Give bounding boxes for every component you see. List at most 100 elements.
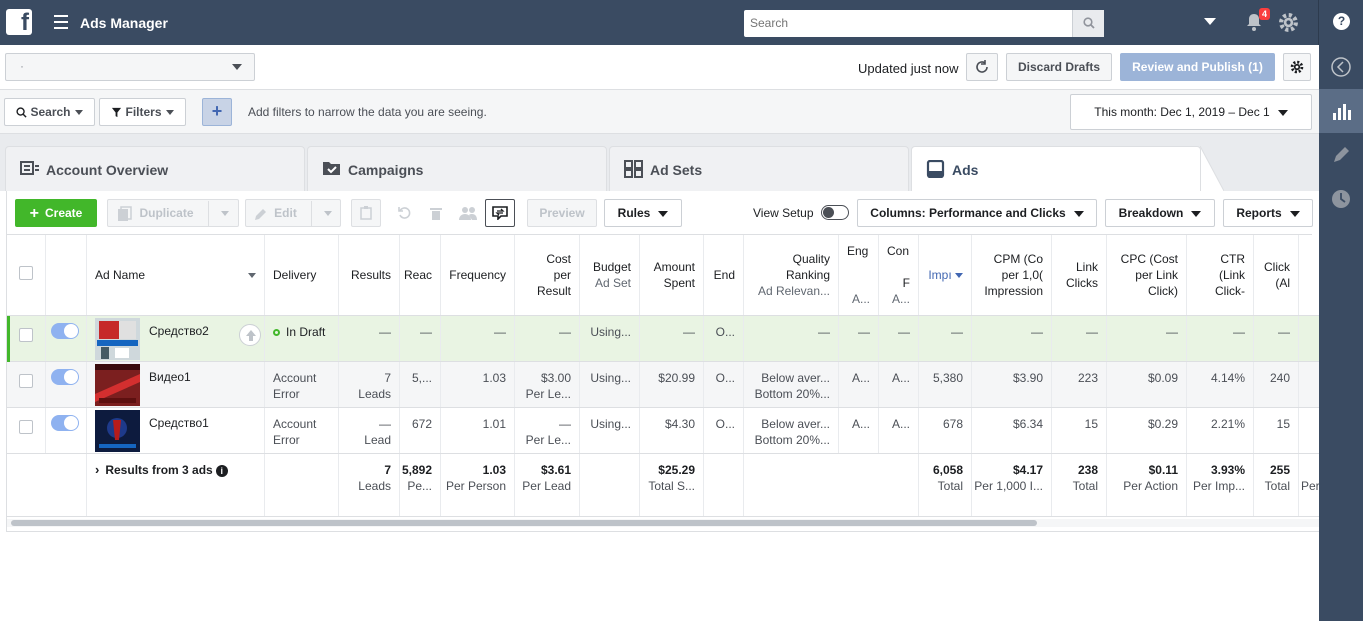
table-row[interactable]: Видео1 Account Error 7 Leads 5,... 1.03 $3… bbox=[7, 362, 1319, 408]
edit-button[interactable]: Edit bbox=[245, 199, 341, 227]
discard-drafts-button[interactable]: Discard Drafts bbox=[1006, 53, 1112, 81]
col-link-clicks[interactable]: Link Clicks bbox=[1052, 235, 1107, 315]
ad-name[interactable]: Средство2 bbox=[149, 324, 209, 338]
col-frequency[interactable]: Frequency bbox=[441, 235, 515, 315]
ad-toggle[interactable] bbox=[51, 415, 79, 431]
preview-button[interactable]: Preview bbox=[527, 199, 597, 227]
duplicate-icon bbox=[118, 206, 133, 221]
chevron-down-icon bbox=[1191, 210, 1202, 217]
row-checkbox[interactable] bbox=[19, 328, 33, 342]
account-selector[interactable]: · bbox=[5, 53, 255, 81]
right-rail bbox=[1319, 45, 1363, 621]
audience-button[interactable] bbox=[453, 199, 483, 227]
col-conversion-ranking[interactable]: Con F A... bbox=[879, 235, 919, 315]
view-setup-toggle[interactable] bbox=[821, 205, 849, 220]
tab-campaigns[interactable]: Campaigns bbox=[307, 146, 607, 191]
breakdown-button[interactable]: Breakdown bbox=[1105, 199, 1215, 227]
search-icon bbox=[1083, 17, 1095, 29]
tab-account-overview[interactable]: Account Overview bbox=[5, 146, 305, 191]
create-button[interactable]: + Create bbox=[15, 199, 97, 227]
delete-button[interactable] bbox=[421, 199, 451, 227]
results-summary[interactable]: › Results from 3 ads i bbox=[95, 462, 228, 478]
tab-ad-sets[interactable]: Ad Sets bbox=[609, 146, 909, 191]
duplicate-button[interactable]: Duplicate bbox=[107, 199, 239, 227]
col-ad-name[interactable]: Ad Name bbox=[87, 235, 265, 315]
delivery-status: In Draft bbox=[286, 325, 326, 339]
edit-panel-button[interactable] bbox=[1319, 133, 1363, 177]
rules-button[interactable]: Rules bbox=[604, 199, 682, 227]
preview-mode-button[interactable] bbox=[485, 199, 515, 227]
col-delivery[interactable]: Delivery bbox=[265, 235, 339, 315]
horizontal-scrollbar[interactable] bbox=[11, 520, 1037, 526]
folder-check-icon bbox=[323, 162, 340, 175]
global-search-input[interactable] bbox=[750, 16, 1070, 30]
trash-icon bbox=[430, 208, 442, 220]
ad-thumbnail[interactable] bbox=[95, 410, 140, 452]
gear-icon[interactable] bbox=[1278, 12, 1299, 33]
refresh-button[interactable] bbox=[966, 53, 998, 81]
search-icon bbox=[16, 107, 28, 118]
search-filter-button[interactable]: Search bbox=[4, 98, 95, 126]
ad-name[interactable]: Средство1 bbox=[149, 416, 209, 430]
col-cpm[interactable]: CPM (Co per 1,0(Impression bbox=[972, 235, 1052, 315]
ad-toggle[interactable] bbox=[51, 323, 79, 339]
ad-toggle[interactable] bbox=[51, 369, 79, 385]
ad-name[interactable]: Видео1 bbox=[149, 370, 191, 384]
col-reach[interactable]: Reac bbox=[400, 235, 441, 315]
table-row[interactable]: Средство2 In Draft — — — — Using... — O.… bbox=[7, 316, 1319, 362]
col-impressions[interactable]: Impı bbox=[919, 235, 972, 315]
table-row[interactable]: Средство1 Account Error — Lead 672 1.01 — P… bbox=[7, 408, 1319, 454]
ad-thumbnail[interactable] bbox=[95, 318, 140, 360]
performance-chart-button[interactable] bbox=[1319, 89, 1363, 133]
col-cost-per-result[interactable]: Cost per Result bbox=[515, 235, 580, 315]
select-all-checkbox[interactable] bbox=[19, 266, 33, 280]
col-ends[interactable]: End bbox=[704, 235, 744, 315]
chevron-left-icon bbox=[1331, 57, 1351, 77]
tab-ads[interactable]: Ads bbox=[911, 146, 1201, 191]
table-bottom-border bbox=[6, 531, 1319, 532]
col-clicks-all[interactable]: Click (Al bbox=[1254, 235, 1299, 315]
history-panel-button[interactable] bbox=[1319, 177, 1363, 221]
global-search[interactable] bbox=[744, 10, 1104, 37]
settings-button[interactable] bbox=[1283, 53, 1311, 81]
chevron-down-icon bbox=[1289, 210, 1300, 217]
search-submit-button[interactable] bbox=[1072, 10, 1104, 37]
col-quality-ranking[interactable]: Quality Ranking Ad Relevan... bbox=[744, 235, 839, 315]
columns-button[interactable]: Columns: Performance and Clicks bbox=[857, 199, 1097, 227]
col-amount-spent[interactable]: Amount Spent bbox=[640, 235, 704, 315]
plus-icon: + bbox=[29, 205, 39, 222]
ad-thumbnail[interactable] bbox=[95, 364, 140, 406]
account-menu-chevron-icon[interactable] bbox=[1204, 18, 1216, 25]
view-setup-label: View Setup bbox=[753, 206, 814, 220]
col-ctr[interactable]: CTR (Link Click- bbox=[1187, 235, 1254, 315]
date-range-picker[interactable]: This month: Dec 1, 2019 – Dec 1 bbox=[1070, 94, 1312, 130]
sort-desc-icon bbox=[955, 273, 963, 279]
reports-button[interactable]: Reports bbox=[1223, 199, 1313, 227]
collapse-panel-button[interactable] bbox=[1319, 45, 1363, 89]
ad-icon bbox=[926, 160, 945, 178]
col-results[interactable]: Results bbox=[339, 235, 400, 315]
help-icon[interactable]: ? bbox=[1333, 13, 1350, 30]
publish-upload-button[interactable] bbox=[239, 324, 261, 346]
notification-badge: 4 bbox=[1259, 8, 1271, 20]
menu-icon[interactable] bbox=[54, 15, 68, 33]
delivery-status: Account Error bbox=[273, 417, 317, 447]
col-engagement-ranking[interactable]: Eng A... bbox=[839, 235, 879, 315]
refresh-icon bbox=[976, 60, 988, 73]
bar-chart-icon bbox=[1333, 104, 1351, 120]
row-checkbox[interactable] bbox=[19, 420, 33, 434]
row-checkbox[interactable] bbox=[19, 374, 33, 388]
review-publish-button[interactable]: Review and Publish (1) bbox=[1120, 53, 1275, 81]
chevron-down-icon bbox=[658, 210, 669, 217]
revert-button[interactable] bbox=[389, 199, 419, 227]
info-icon[interactable]: i bbox=[215, 464, 228, 477]
filters-button[interactable]: Filters bbox=[99, 98, 186, 126]
ab-test-button[interactable] bbox=[351, 199, 381, 227]
topbar-divider bbox=[1318, 0, 1319, 45]
add-filter-button[interactable]: + bbox=[202, 98, 232, 126]
facebook-logo[interactable]: f bbox=[6, 9, 32, 36]
col-budget[interactable]: Budget Ad Set bbox=[580, 235, 640, 315]
chevron-down-icon bbox=[74, 110, 83, 116]
col-cpc[interactable]: CPC (Cost per Link Click) bbox=[1107, 235, 1187, 315]
clock-icon bbox=[1332, 190, 1350, 208]
